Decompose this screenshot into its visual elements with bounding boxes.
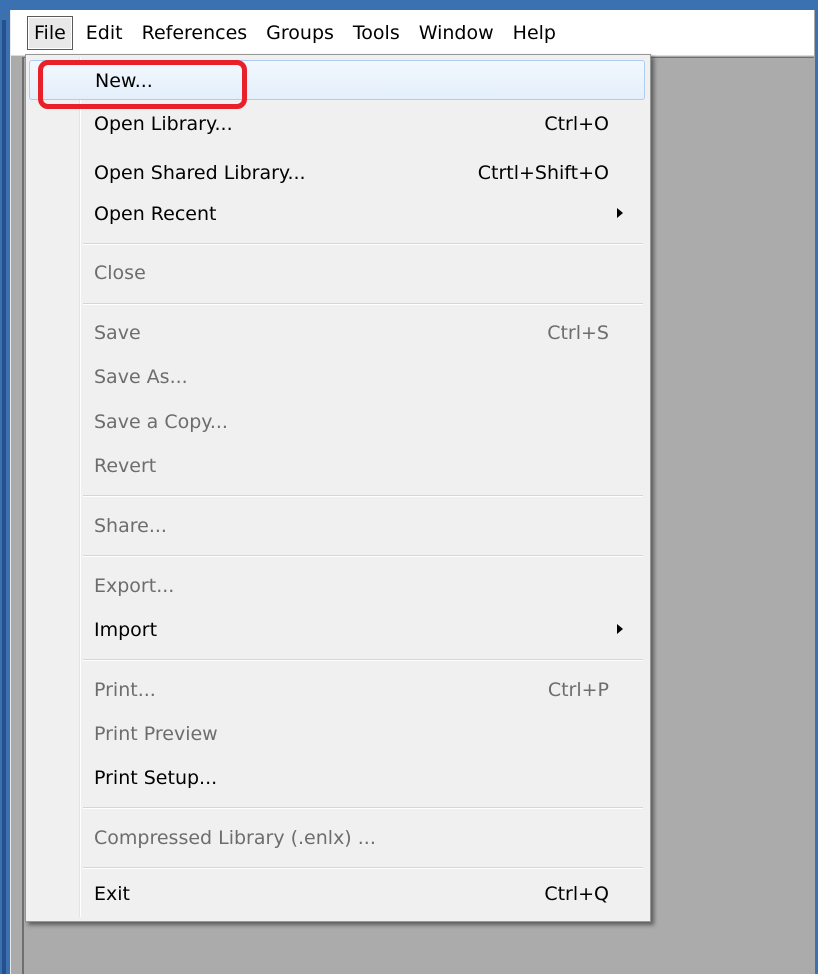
menu-separator	[83, 659, 643, 661]
menu-item-print[interactable]: Print... Ctrl+P	[29, 670, 645, 710]
menu-item-label: Share...	[94, 515, 167, 537]
menu-tools[interactable]: Tools	[344, 16, 409, 50]
menu-item-label: Export...	[94, 575, 175, 597]
menu-window[interactable]: Window	[410, 16, 503, 50]
menu-item-open-shared-library[interactable]: Open Shared Library... Ctrtl+Shift+O	[29, 153, 645, 193]
menu-item-label: Revert	[94, 455, 157, 477]
menu-item-open-library[interactable]: Open Library... Ctrl+O	[29, 104, 645, 144]
menu-item-label: Exit	[94, 883, 130, 905]
menu-item-label: Save As...	[94, 366, 188, 388]
menu-item-open-recent[interactable]: Open Recent	[29, 194, 645, 234]
menu-item-label: Compressed Library (.enlx) ...	[94, 827, 376, 849]
menu-separator	[83, 243, 643, 245]
window-top-border	[0, 0, 818, 10]
menu-item-shortcut: Ctrl+S	[547, 322, 609, 344]
menu-item-exit[interactable]: Exit Ctrl+Q	[29, 874, 645, 914]
menu-item-share[interactable]: Share...	[29, 506, 645, 546]
menu-item-label: Import	[94, 619, 158, 641]
file-menu-dropdown: New... Open Library... Ctrl+O Open Share…	[25, 54, 651, 922]
menu-references[interactable]: References	[133, 16, 257, 50]
menu-item-label: Print Setup...	[94, 767, 218, 789]
menu-item-label: Close	[94, 262, 146, 284]
menu-item-label: Print...	[94, 679, 156, 701]
menu-edit[interactable]: Edit	[77, 16, 132, 50]
menu-separator	[83, 807, 643, 809]
menu-item-close[interactable]: Close	[29, 253, 645, 293]
menu-item-label: Open Library...	[94, 113, 233, 135]
menu-item-print-setup[interactable]: Print Setup...	[29, 758, 645, 798]
menu-item-shortcut: Ctrl+P	[547, 679, 609, 701]
menu-help[interactable]: Help	[504, 16, 565, 50]
menu-bar: File Edit References Groups Tools Window…	[11, 10, 814, 56]
menu-item-label: Save	[94, 322, 141, 344]
menu-groups[interactable]: Groups	[257, 16, 343, 50]
menu-item-print-preview[interactable]: Print Preview	[29, 714, 645, 754]
menu-item-shortcut: Ctrtl+Shift+O	[477, 162, 609, 184]
menu-item-label: Open Recent	[94, 203, 217, 225]
menu-item-export[interactable]: Export...	[29, 566, 645, 606]
menu-item-shortcut: Ctrl+O	[544, 113, 609, 135]
menu-item-compressed-library[interactable]: Compressed Library (.enlx) ...	[29, 818, 645, 858]
submenu-arrow-icon	[617, 208, 623, 218]
menu-item-import[interactable]: Import	[29, 610, 645, 650]
menu-separator	[83, 867, 643, 869]
menu-item-shortcut: Ctrl+Q	[544, 883, 609, 905]
menu-separator	[83, 303, 643, 305]
menu-item-save-as[interactable]: Save As...	[29, 357, 645, 397]
menu-separator	[83, 555, 643, 557]
submenu-arrow-icon	[617, 624, 623, 634]
window-left-border	[0, 0, 10, 974]
menu-file[interactable]: File	[27, 15, 73, 50]
red-highlight-annotation	[38, 60, 247, 109]
menu-item-label: Print Preview	[94, 723, 218, 745]
menu-item-save-a-copy[interactable]: Save a Copy...	[29, 402, 645, 442]
menu-item-label: Save a Copy...	[94, 411, 228, 433]
menu-item-revert[interactable]: Revert	[29, 446, 645, 486]
menu-separator	[83, 495, 643, 497]
menu-item-label: Open Shared Library...	[94, 162, 306, 184]
menu-item-save[interactable]: Save Ctrl+S	[29, 313, 645, 353]
